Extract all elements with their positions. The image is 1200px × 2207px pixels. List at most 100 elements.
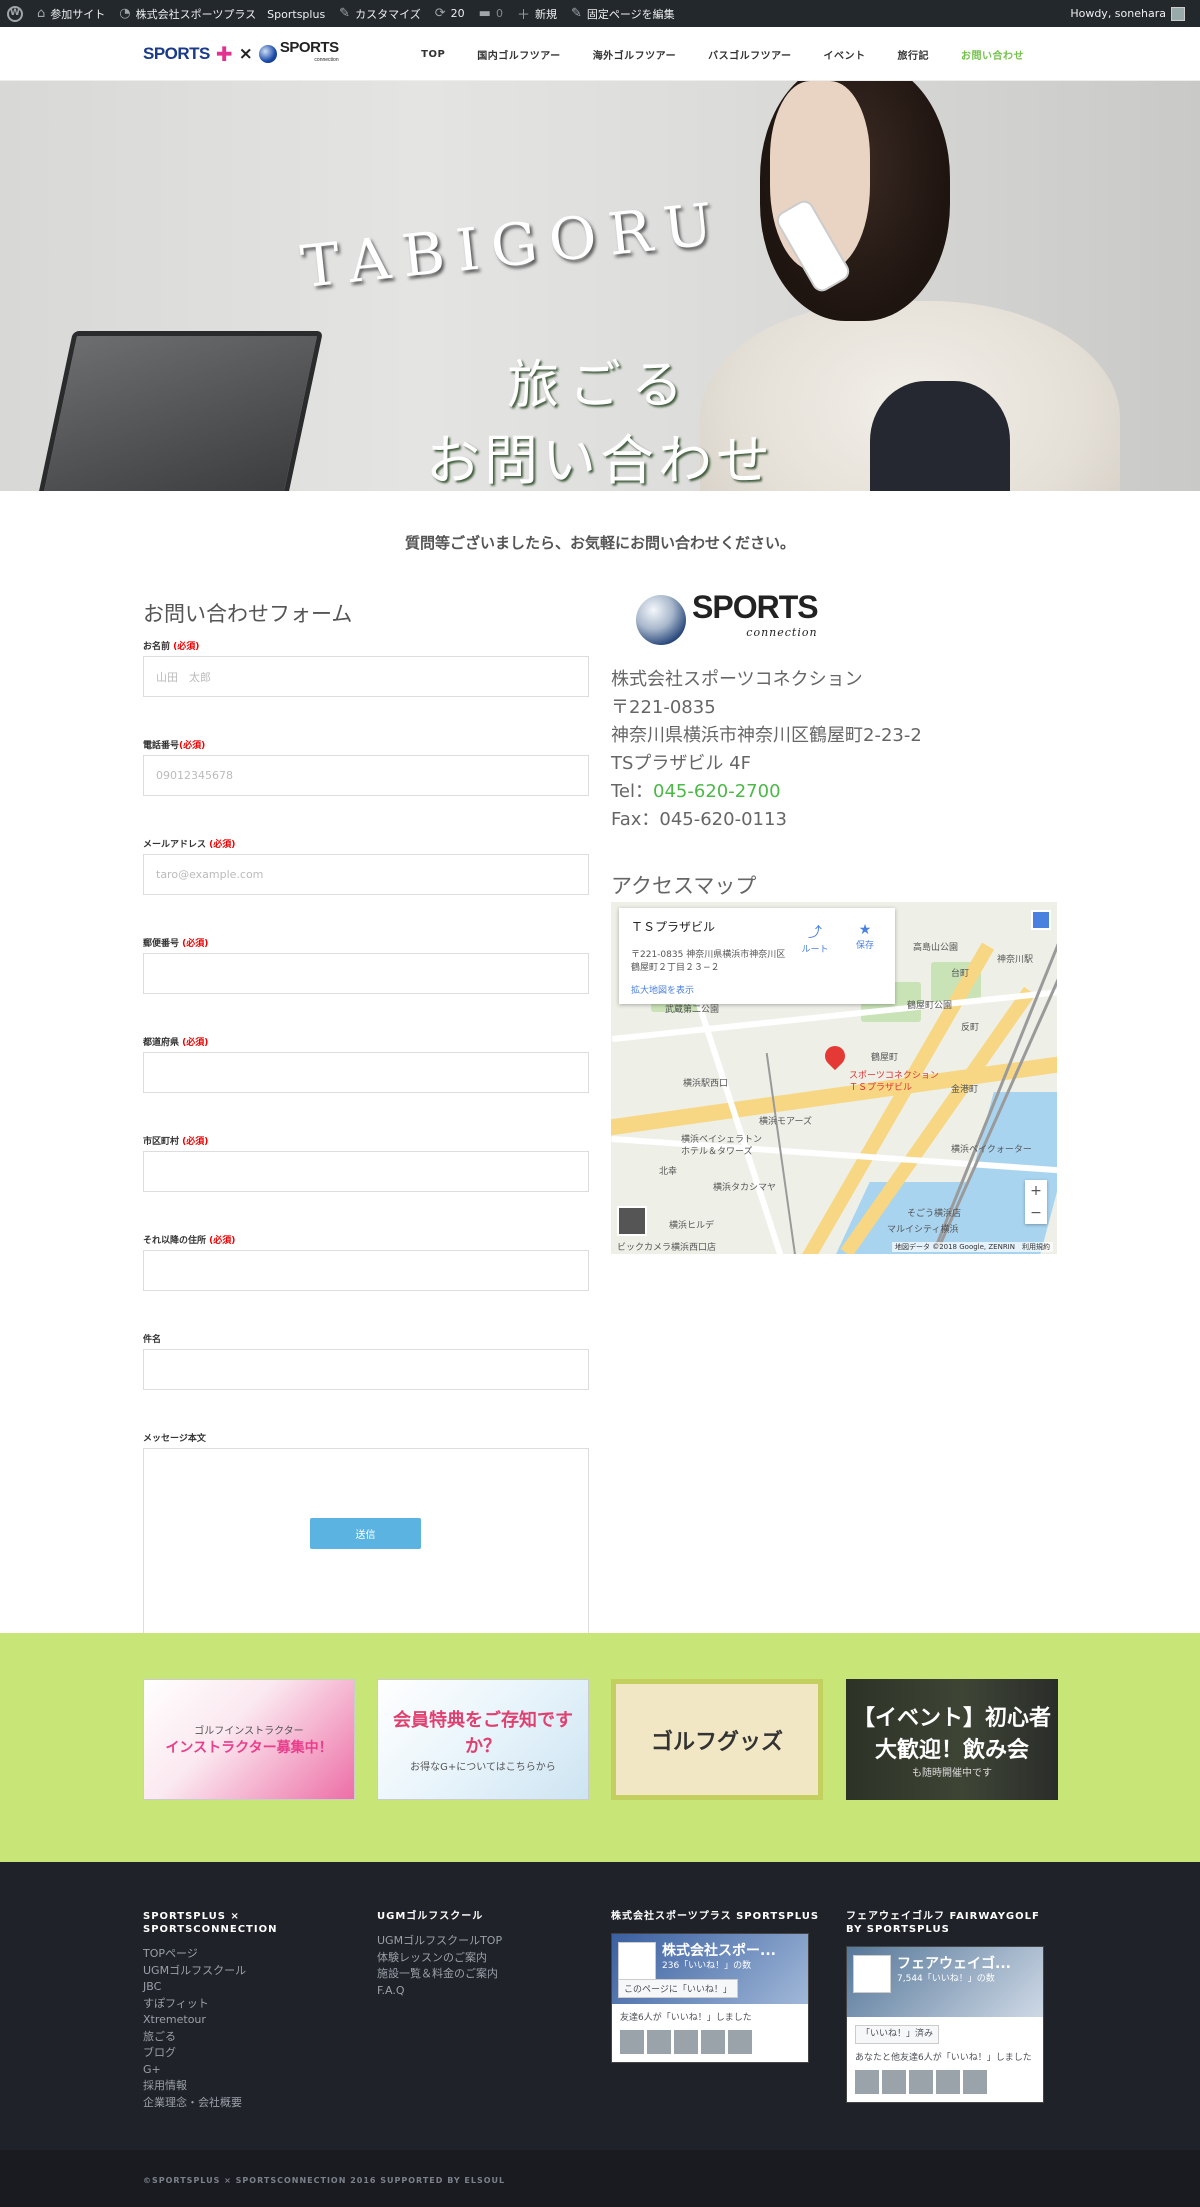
- map-label: 台町: [951, 969, 970, 979]
- map-zoom-control: + −: [1025, 1180, 1047, 1224]
- footer-link[interactable]: Xtremetour: [143, 2012, 355, 2029]
- wordpress-menu[interactable]: [0, 0, 30, 27]
- form-input-2[interactable]: taro@example.com: [143, 854, 589, 895]
- friend-avatar[interactable]: [882, 2070, 906, 2094]
- footer-link[interactable]: ブログ: [143, 2045, 355, 2062]
- facebook-like-count: 236「いいね！」の数: [662, 1961, 752, 1971]
- map-label: ホテル＆タワーズ: [681, 1147, 753, 1157]
- footer-link[interactable]: 体験レッスンのご案内: [377, 1950, 589, 1967]
- site-header: SPORTS ✚ × SPORTS connection TOP 国内ゴルフツアー…: [0, 27, 1200, 81]
- google-map[interactable]: 高島山公園 神奈川駅 台町 鶴屋町公園 反町 鶴屋町 横浜駅西口 スポーツコネク…: [611, 902, 1057, 1254]
- site-logo[interactable]: SPORTS ✚ × SPORTS connection: [143, 40, 339, 67]
- footer-link[interactable]: UGMゴルフスクールTOP: [377, 1933, 589, 1950]
- friend-avatar[interactable]: [701, 2030, 725, 2054]
- comment-icon: ▬: [478, 6, 491, 21]
- footer-link[interactable]: JBC: [143, 1979, 355, 1996]
- friend-avatar[interactable]: [728, 2030, 752, 2054]
- new-content-menu[interactable]: ＋ 新規: [510, 0, 564, 27]
- updates-link[interactable]: ⟳ 20: [428, 0, 472, 27]
- facebook-page-name[interactable]: フェアウェイゴ...: [897, 1953, 1037, 1973]
- required-mark: (必須): [182, 1137, 209, 1147]
- friend-avatar[interactable]: [855, 2070, 879, 2094]
- wordpress-logo-icon: [7, 5, 23, 22]
- friend-avatar[interactable]: [647, 2030, 671, 2054]
- nav-travel-log[interactable]: 旅行記: [882, 47, 946, 62]
- friend-avatar[interactable]: [936, 2070, 960, 2094]
- footer-link[interactable]: 企業理念・会社概要: [143, 2095, 355, 2112]
- banner-golf-goods[interactable]: ゴルフグッズ: [611, 1679, 823, 1800]
- map-label: 高島山公園: [913, 943, 959, 953]
- admin-bar: ⌂ 参加サイト ◔ 株式会社スポーツプラス Sportsplus ✎ カスタマイズ ⟳…: [0, 0, 1200, 27]
- form-input-3[interactable]: [143, 953, 589, 994]
- edit-page-link[interactable]: ✎ 固定ページを編集: [564, 0, 682, 27]
- submit-button[interactable]: 送信: [310, 1518, 421, 1549]
- form-input-0[interactable]: 山田 太郎: [143, 656, 589, 697]
- site-name-menu[interactable]: ◔ 株式会社スポーツプラス Sportsplus: [112, 0, 332, 27]
- banner-section: ゴルフインストラクター インストラクター募集中！ 会員特典をご存知ですか？ お得なG…: [0, 1633, 1200, 1862]
- form-input-6[interactable]: [143, 1250, 589, 1291]
- map-pin-icon[interactable]: [820, 1041, 850, 1071]
- map-label: 金港町: [951, 1085, 979, 1095]
- form-input-1[interactable]: 09012345678: [143, 755, 589, 796]
- footer-link[interactable]: すぽフィット: [143, 1996, 355, 2013]
- field-label: メールアドレス (必須): [143, 840, 236, 850]
- access-map-title: アクセスマップ: [611, 874, 757, 898]
- field-label: 郵便番号 (必須): [143, 939, 209, 949]
- logo-sportsplus-text: SPORTS: [143, 44, 210, 63]
- logo-ball-icon: [258, 45, 277, 63]
- banner-event-drinks[interactable]: 【イベント】初心者大歓迎！飲み会 も随時開催中です: [846, 1679, 1058, 1800]
- field-label: お名前 (必須): [143, 642, 200, 652]
- customize-link[interactable]: ✎ カスタマイズ: [332, 0, 428, 27]
- streetview-pegman-icon[interactable]: [1031, 910, 1051, 930]
- footer-link[interactable]: F.A.Q: [377, 1983, 589, 2000]
- my-sites-menu[interactable]: ⌂ 参加サイト: [30, 0, 112, 27]
- facebook-page-widget[interactable]: フェアウェイゴ... 7,544「いいね！」の数 「いいね！」済み あなたと他友…: [846, 1946, 1044, 2103]
- facebook-liked-button[interactable]: 「いいね！」済み: [855, 2025, 940, 2044]
- form-input-7[interactable]: [143, 1349, 589, 1390]
- field-label: 都道府県 (必須): [143, 1038, 209, 1048]
- footer-link[interactable]: TOPページ: [143, 1946, 355, 1963]
- footer-link[interactable]: UGMゴルフスクール: [143, 1963, 355, 1980]
- nav-top[interactable]: TOP: [405, 49, 461, 60]
- zoom-out-button[interactable]: −: [1025, 1202, 1047, 1224]
- required-mark: (必須): [209, 840, 236, 850]
- footer-heading: UGMゴルフスクール: [377, 1911, 484, 1922]
- tel-link[interactable]: 045-620-2700: [653, 781, 781, 802]
- hero-subtitle: お問い合わせ: [426, 429, 774, 491]
- friend-avatar[interactable]: [674, 2030, 698, 2054]
- nav-bus-golf-tour[interactable]: バスゴルフツアー: [692, 47, 807, 62]
- nav-contact[interactable]: お問い合わせ: [945, 47, 1040, 62]
- facebook-page-widget[interactable]: 株式会社スポー... 236「いいね！」の数 このページに「いいね！」 友達6人…: [611, 1933, 809, 2063]
- footer-heading: フェアウェイゴルフ FAIRWAYGOLF BY SPORTSPLUS: [846, 1911, 1040, 1935]
- star-icon: ★: [858, 922, 872, 938]
- satellite-toggle[interactable]: [617, 1206, 647, 1236]
- footer-link[interactable]: 施設一覧＆料金のご案内: [377, 1966, 589, 1983]
- footer-link[interactable]: G+: [143, 2062, 355, 2079]
- required-mark: (必須): [182, 1038, 209, 1048]
- field-label: 件名: [143, 1335, 162, 1345]
- nav-domestic-golf-tour[interactable]: 国内ゴルフツアー: [461, 47, 576, 62]
- map-save-button[interactable]: ★ 保存: [845, 922, 885, 951]
- banner-instructor-recruit[interactable]: ゴルフインストラクター インストラクター募集中！: [143, 1679, 355, 1800]
- copyright-text: ©SPORTSPLUS × SPORTSCONNECTION 2016 SUPP…: [143, 2176, 506, 2185]
- friend-avatar[interactable]: [909, 2070, 933, 2094]
- map-route-button[interactable]: ⤴ ルート: [795, 922, 835, 955]
- facebook-like-button[interactable]: このページに「いいね！」: [618, 1979, 738, 1998]
- banner-member-benefits[interactable]: 会員特典をご存知ですか？ お得なG+についてはこちらから: [377, 1679, 589, 1800]
- friend-avatar[interactable]: [963, 2070, 987, 2094]
- account-menu[interactable]: Howdy, sonehara: [1063, 0, 1192, 27]
- company-fax: Fax：045-620-0113: [611, 809, 787, 830]
- nav-overseas-golf-tour[interactable]: 海外ゴルフツアー: [577, 47, 692, 62]
- form-title: お問い合わせフォーム: [143, 602, 353, 626]
- footer-link[interactable]: 旅ごる: [143, 2029, 355, 2046]
- nav-event[interactable]: イベント: [808, 47, 882, 62]
- friend-avatar[interactable]: [620, 2030, 644, 2054]
- copyright-bar: ©SPORTSPLUS × SPORTSCONNECTION 2016 SUPP…: [0, 2150, 1200, 2207]
- form-input-5[interactable]: [143, 1151, 589, 1192]
- form-input-4[interactable]: [143, 1052, 589, 1093]
- map-enlarge-link[interactable]: 拡大地図を表示: [631, 983, 694, 996]
- comments-link[interactable]: ▬ 0: [472, 0, 510, 27]
- facebook-page-name[interactable]: 株式会社スポー...: [662, 1940, 802, 1960]
- zoom-in-button[interactable]: +: [1025, 1180, 1047, 1202]
- footer-link[interactable]: 採用情報: [143, 2078, 355, 2095]
